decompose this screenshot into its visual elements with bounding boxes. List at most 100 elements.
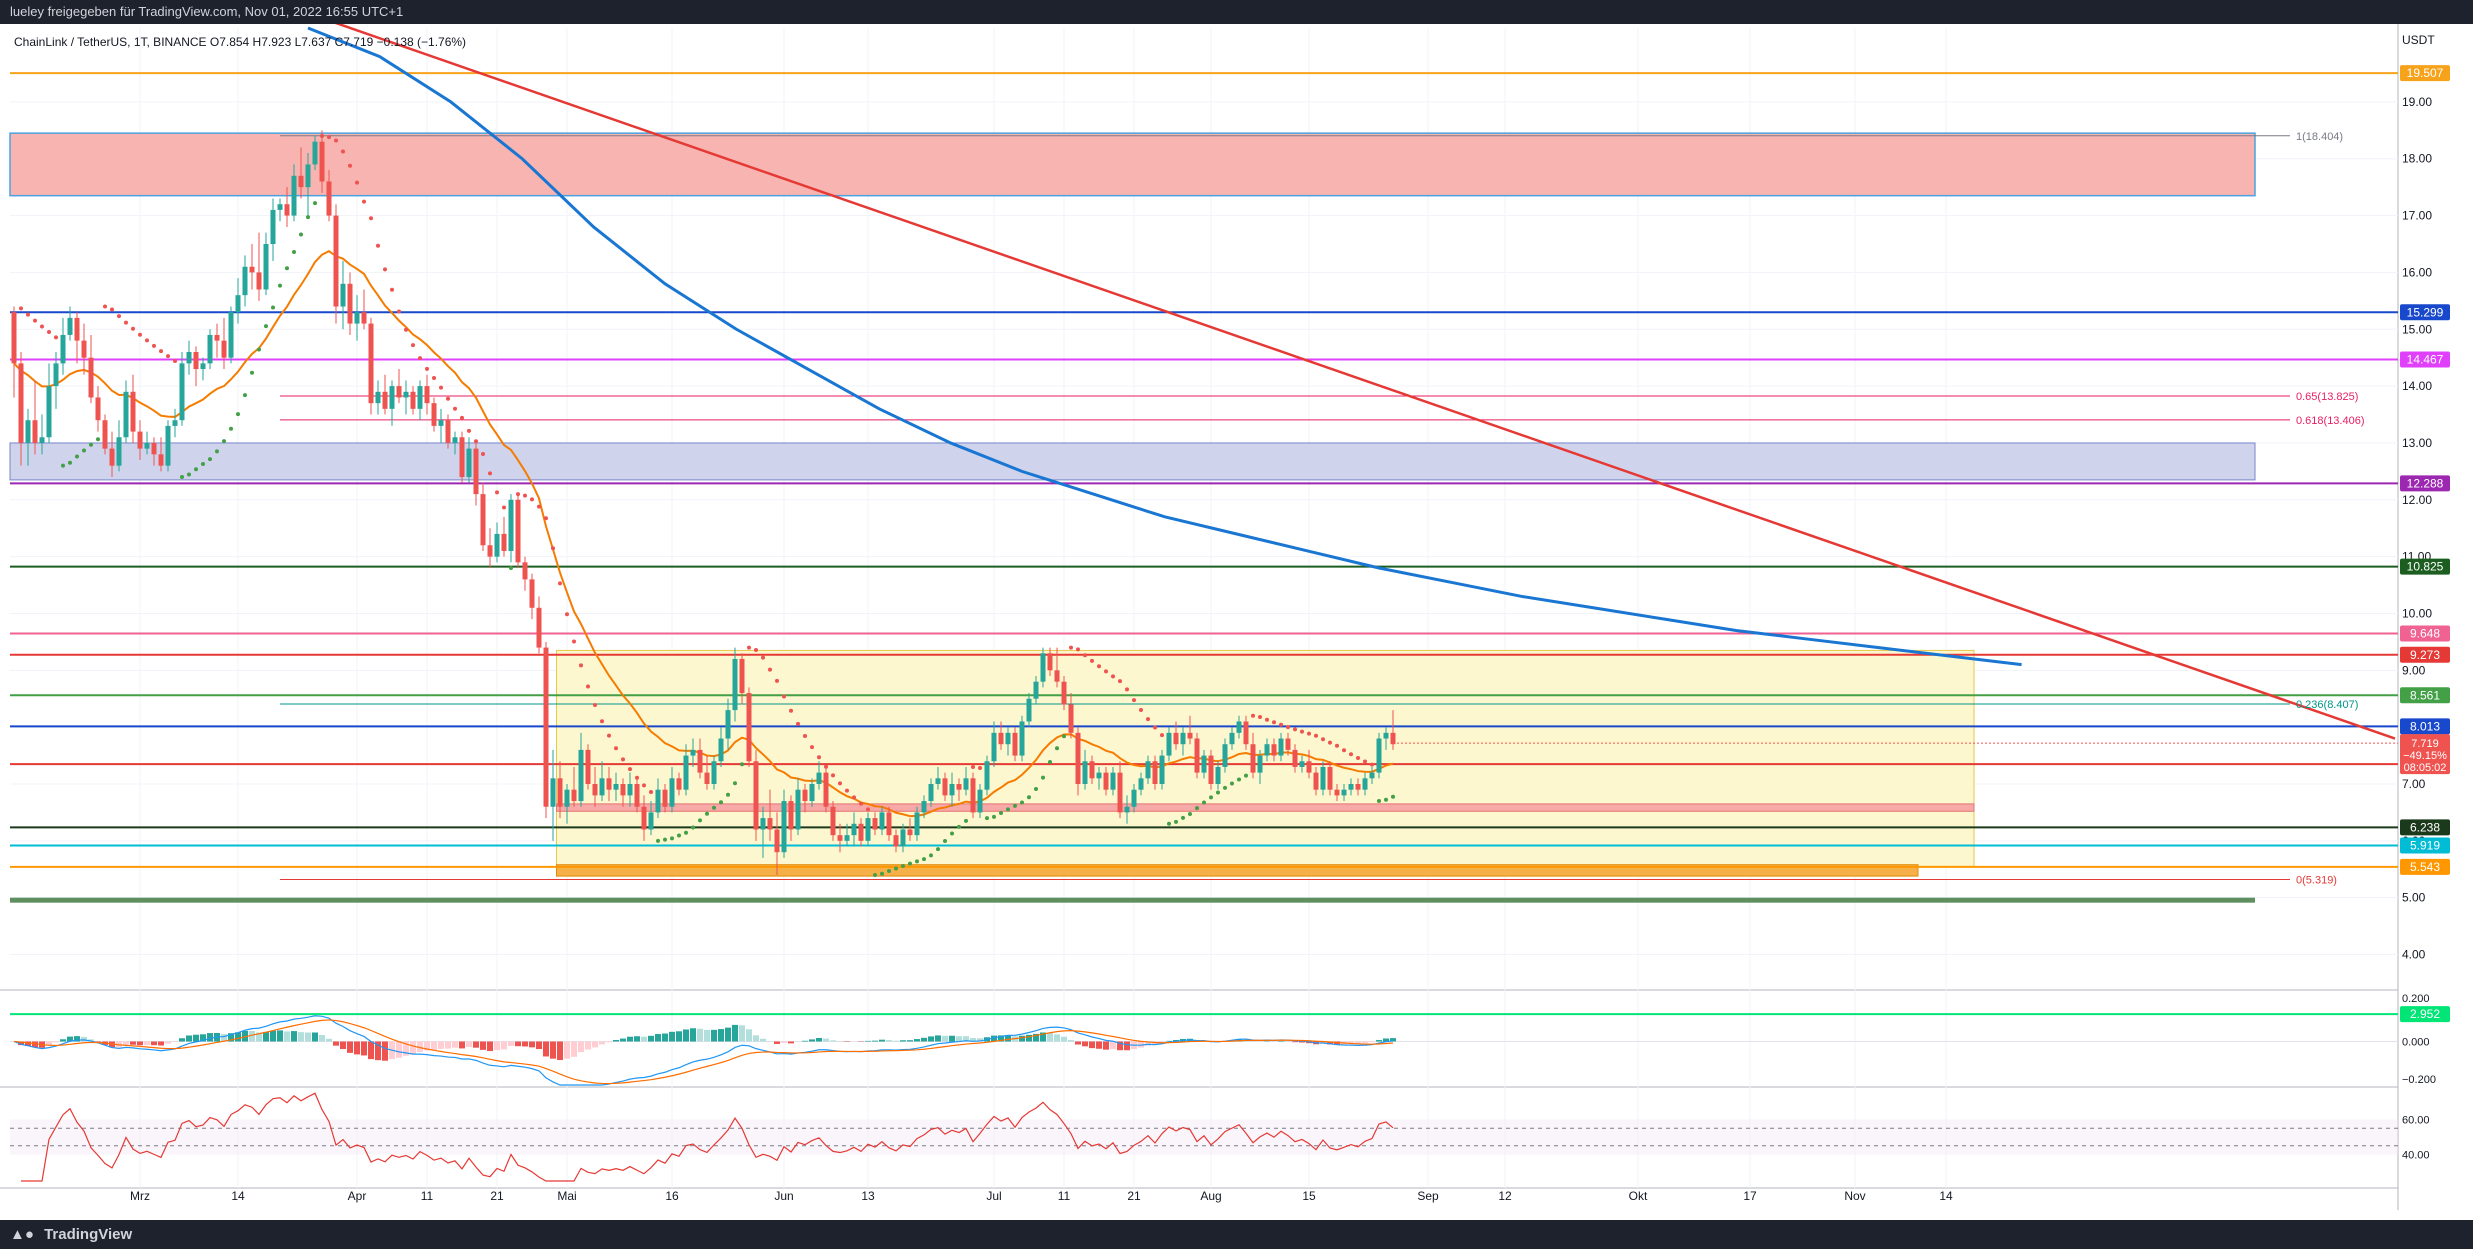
macd-histogram-bar: [312, 1032, 318, 1042]
candle: [165, 420, 171, 472]
candle-body: [88, 357, 94, 398]
macd-histogram-bar: [354, 1041, 360, 1055]
candle-body: [319, 141, 325, 182]
candle-body: [53, 363, 59, 387]
candle-body: [1152, 761, 1158, 784]
fib-label: 1(18.404): [2296, 131, 2343, 143]
sar-dot: [1321, 737, 1325, 742]
candle-body: [382, 391, 388, 409]
sar-dot: [586, 684, 590, 689]
candle-body: [746, 693, 752, 762]
macd-histogram-bar: [697, 1028, 703, 1042]
candle-body: [914, 812, 920, 836]
sar-dot: [782, 694, 786, 699]
candle-body: [18, 363, 24, 443]
candle-body: [200, 363, 206, 370]
candle-body: [641, 806, 647, 830]
sar-dot: [257, 347, 261, 352]
candle-body: [844, 835, 850, 841]
candle-body: [1054, 670, 1060, 682]
y-tick-label: 15.00: [2402, 322, 2432, 336]
candle-body: [1243, 721, 1249, 745]
sar-dot: [348, 163, 352, 168]
candle-body: [774, 829, 780, 853]
candle: [102, 414, 108, 455]
range-box: [556, 649, 1975, 867]
sar-dot: [1307, 731, 1311, 736]
macd-histogram-bar: [935, 1035, 941, 1042]
macd-histogram-bar: [788, 1041, 794, 1044]
sar-dot: [775, 678, 779, 683]
sar-dot: [432, 376, 436, 381]
candle-body: [242, 266, 248, 296]
x-tick-label: 13: [861, 1189, 875, 1203]
candle-body: [823, 772, 829, 807]
sar-dot: [845, 788, 849, 793]
candle-body: [1117, 772, 1123, 813]
candle-body: [977, 789, 983, 813]
sar-dot: [516, 492, 520, 497]
sar-dot: [61, 463, 65, 468]
sar-dot: [1083, 653, 1087, 658]
macd-histogram-bar: [130, 1041, 136, 1045]
macd-histogram-bar: [284, 1031, 290, 1042]
macd-histogram-bar: [543, 1041, 549, 1057]
footer-brand[interactable]: TradingView: [44, 1226, 132, 1243]
candle-body: [67, 317, 73, 335]
macd-histogram-bar: [956, 1036, 962, 1042]
macd-histogram-bar: [900, 1040, 906, 1042]
sar-dot: [1391, 794, 1395, 799]
sar-dot: [817, 755, 821, 760]
fib-label: 0(5.319): [2296, 875, 2337, 887]
sar-dot: [502, 505, 506, 510]
macd-histogram-bar: [1362, 1041, 1368, 1044]
candle-body: [1320, 766, 1326, 790]
candle-body: [431, 403, 437, 426]
candle-body: [291, 175, 297, 216]
candle-body: [445, 420, 451, 443]
sar-dot: [460, 415, 464, 420]
macd-histogram-bar: [207, 1033, 213, 1042]
x-tick-label: Sep: [1417, 1189, 1439, 1203]
candle-body: [214, 334, 220, 341]
sar-dot: [425, 366, 429, 371]
x-tick-label: Mrz: [130, 1189, 150, 1203]
macd-histogram-bar: [473, 1041, 479, 1048]
y-tick-label: 4.00: [2402, 948, 2426, 962]
sar-dot: [1356, 756, 1360, 761]
candle-body: [788, 801, 794, 830]
sar-dot: [404, 327, 408, 332]
sar-dot: [173, 359, 177, 364]
fib-label: 0.65(13.825): [2296, 391, 2358, 403]
sar-dot: [159, 349, 163, 354]
price-level-label: 15.299: [2407, 305, 2444, 319]
macd-histogram-bar: [522, 1041, 528, 1047]
candle-body: [1194, 738, 1200, 773]
candle: [984, 755, 990, 796]
sar-dot: [1363, 759, 1367, 764]
tradingview-logo-icon[interactable]: ▲●: [10, 1220, 34, 1249]
sar-dot: [397, 309, 401, 314]
sar-dot: [19, 306, 23, 311]
candle-body: [963, 778, 969, 790]
green-base-bar: [10, 897, 2255, 903]
macd-histogram-bar: [298, 1032, 304, 1042]
macd-histogram-bar: [893, 1040, 899, 1042]
sar-dot: [789, 708, 793, 713]
macd-histogram-bar: [151, 1041, 157, 1046]
sar-dot: [446, 396, 450, 401]
macd-tick-label: 0.000: [2402, 1037, 2430, 1049]
price-chart[interactable]: 4.005.006.007.008.009.0010.0011.0012.001…: [0, 24, 2473, 1220]
macd-histogram-bar: [620, 1038, 626, 1042]
candle-body: [438, 420, 444, 426]
macd-histogram-bar: [634, 1036, 640, 1042]
macd-histogram-bar: [886, 1040, 892, 1042]
candle-body: [928, 784, 934, 802]
sar-dot: [1328, 740, 1332, 745]
candle-body: [207, 334, 213, 364]
macd-histogram-bar: [879, 1039, 885, 1042]
sar-dot: [1118, 679, 1122, 684]
candle: [515, 494, 521, 568]
candle-body: [872, 818, 878, 830]
currency-label: USDT: [2402, 33, 2435, 47]
